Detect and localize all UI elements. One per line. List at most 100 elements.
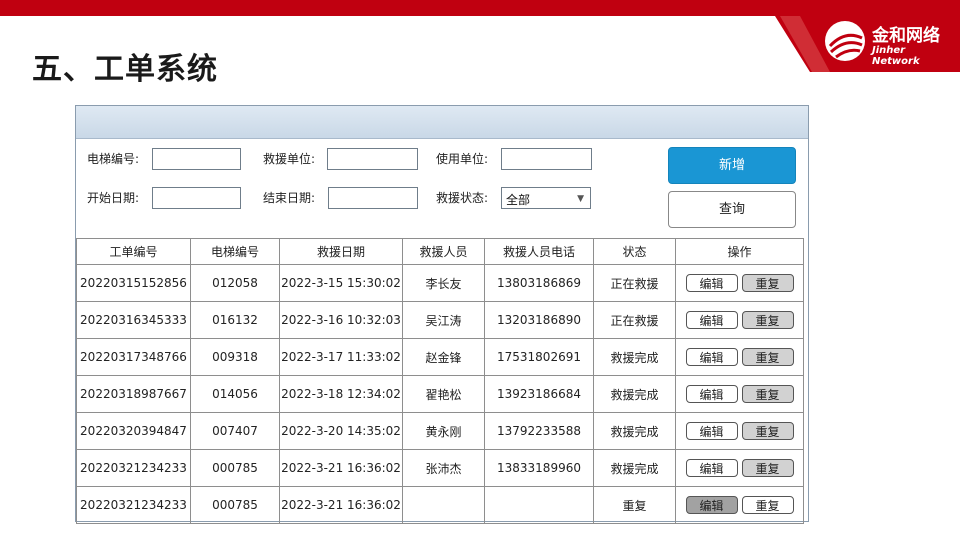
rescue-unit-input[interactable] (327, 148, 418, 170)
repeat-button[interactable]: 重复 (741, 459, 794, 477)
actions-cell: 编辑 重复 (675, 375, 804, 413)
new-button[interactable]: 新增 (668, 147, 796, 184)
order-no-cell: 20220317348766 (76, 338, 191, 376)
rescue-status-label: 救援状态: (436, 191, 489, 205)
column-header: 救援日期 (279, 238, 403, 265)
rescue-person-cell: 翟艳松 (402, 375, 485, 413)
rescue-phone-cell: 13833189960 (484, 449, 594, 487)
slide-title: 五、工单系统 (32, 52, 218, 87)
table-row: 20220315152856 012058 2022-3-15 15:30:02… (76, 264, 804, 302)
repeat-button[interactable]: 重复 (741, 496, 794, 514)
table-row: 20220316345333 016132 2022-3-16 10:32:03… (76, 301, 804, 339)
table-row: 20220317348766 009318 2022-3-17 11:33:02… (76, 338, 804, 376)
column-header: 工单编号 (76, 238, 191, 265)
edit-button[interactable]: 编辑 (685, 385, 738, 403)
rescue-date-cell: 2022-3-17 11:33:02 (279, 338, 403, 376)
rescue-person-cell: 吴江涛 (402, 301, 485, 339)
column-header: 状态 (593, 238, 676, 265)
rescue-person-cell (402, 486, 485, 524)
repeat-button[interactable]: 重复 (741, 311, 794, 329)
rescue-status-select[interactable]: 全部 ▼ (501, 187, 591, 209)
order-no-cell: 20220321234233 (76, 449, 191, 487)
elevator-no-cell: 009318 (190, 338, 280, 376)
chevron-down-icon: ▼ (577, 194, 584, 204)
rescue-date-cell: 2022-3-21 16:36:02 (279, 449, 403, 487)
end-date-label: 结束日期: (263, 191, 316, 205)
table-row: 20220320394847 007407 2022-3-20 14:35:02… (76, 412, 804, 450)
actions-cell: 编辑 重复 (675, 449, 804, 487)
logo-name: 金和网络 (872, 26, 940, 46)
rescue-person-cell: 黄永刚 (402, 412, 485, 450)
end-date-input[interactable] (328, 187, 418, 209)
rescue-person-cell: 赵金锋 (402, 338, 485, 376)
edit-button[interactable]: 编辑 (685, 311, 738, 329)
elevator-no-cell: 007407 (190, 412, 280, 450)
start-date-label: 开始日期: (87, 191, 140, 205)
repeat-button[interactable]: 重复 (741, 422, 794, 440)
order-no-cell: 20220316345333 (76, 301, 191, 339)
column-header: 救援人员电话 (484, 238, 594, 265)
column-header: 电梯编号 (190, 238, 280, 265)
elevator-no-input[interactable] (152, 148, 241, 170)
elevator-no-cell: 000785 (190, 486, 280, 524)
status-cell: 救援完成 (593, 338, 676, 376)
elevator-no-cell: 000785 (190, 449, 280, 487)
user-unit-input[interactable] (501, 148, 592, 170)
actions-cell: 编辑 重复 (675, 301, 804, 339)
edit-button[interactable]: 编辑 (685, 459, 738, 477)
rescue-date-cell: 2022-3-21 16:36:02 (279, 486, 403, 524)
jinher-logo: 金和网络 Jinher Network (822, 18, 952, 67)
rescue-date-cell: 2022-3-15 15:30:02 (279, 264, 403, 302)
table-row: 20220321234233 000785 2022-3-21 16:36:02… (76, 449, 804, 487)
status-cell: 救援完成 (593, 449, 676, 487)
column-header: 救援人员 (402, 238, 485, 265)
rescue-phone-cell (484, 486, 594, 524)
rescue-phone-cell: 13803186869 (484, 264, 594, 302)
edit-button[interactable]: 编辑 (685, 496, 738, 514)
query-button[interactable]: 查询 (668, 191, 796, 228)
edit-button[interactable]: 编辑 (685, 422, 738, 440)
panel-header (76, 106, 808, 139)
status-cell: 正在救援 (593, 264, 676, 302)
rescue-date-cell: 2022-3-16 10:32:03 (279, 301, 403, 339)
work-order-table: 工单编号 电梯编号 救援日期 救援人员 救援人员电话 状态 操作 2022031… (76, 238, 804, 524)
table-row: 20220318987667 014056 2022-3-18 12:34:02… (76, 375, 804, 413)
elevator-no-cell: 016132 (190, 301, 280, 339)
order-no-cell: 20220315152856 (76, 264, 191, 302)
edit-button[interactable]: 编辑 (685, 274, 738, 292)
status-cell: 重复 (593, 486, 676, 524)
user-unit-label: 使用单位: (436, 152, 489, 166)
order-no-cell: 20220321234233 (76, 486, 191, 524)
start-date-input[interactable] (152, 187, 241, 209)
rescue-status-value: 全部 (506, 193, 531, 207)
actions-cell: 编辑 重复 (675, 264, 804, 302)
rescue-person-cell: 张沛杰 (402, 449, 485, 487)
actions-cell: 编辑 重复 (675, 412, 804, 450)
rescue-person-cell: 李长友 (402, 264, 485, 302)
order-no-cell: 20220318987667 (76, 375, 191, 413)
rescue-date-cell: 2022-3-20 14:35:02 (279, 412, 403, 450)
elevator-no-cell: 012058 (190, 264, 280, 302)
table-header-row: 工单编号 电梯编号 救援日期 救援人员 救援人员电话 状态 操作 (76, 238, 804, 265)
column-header: 操作 (675, 238, 804, 265)
logo-subtitle: Jinher Network (872, 45, 920, 67)
order-no-cell: 20220320394847 (76, 412, 191, 450)
table-row: 20220321234233 000785 2022-3-21 16:36:02… (76, 486, 804, 524)
status-cell: 救援完成 (593, 375, 676, 413)
rescue-unit-label: 救援单位: (263, 152, 316, 166)
actions-cell: 编辑 重复 (675, 486, 804, 524)
elevator-no-cell: 014056 (190, 375, 280, 413)
rescue-phone-cell: 17531802691 (484, 338, 594, 376)
repeat-button[interactable]: 重复 (741, 348, 794, 366)
actions-cell: 编辑 重复 (675, 338, 804, 376)
rescue-phone-cell: 13923186684 (484, 375, 594, 413)
rescue-date-cell: 2022-3-18 12:34:02 (279, 375, 403, 413)
elevator-no-label: 电梯编号: (87, 152, 140, 166)
edit-button[interactable]: 编辑 (685, 348, 738, 366)
repeat-button[interactable]: 重复 (741, 385, 794, 403)
status-cell: 救援完成 (593, 412, 676, 450)
logo-icon (825, 21, 865, 61)
rescue-phone-cell: 13792233588 (484, 412, 594, 450)
repeat-button[interactable]: 重复 (741, 274, 794, 292)
rescue-phone-cell: 13203186890 (484, 301, 594, 339)
